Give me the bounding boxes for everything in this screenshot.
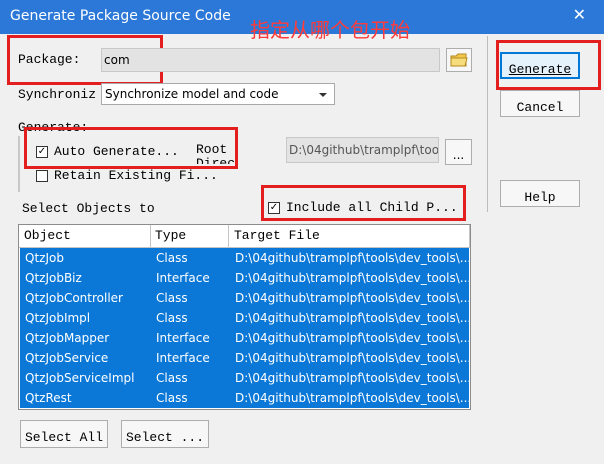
column-divider xyxy=(228,225,229,247)
close-icon[interactable]: ✕ xyxy=(573,5,586,24)
row-target: D:\04github\tramplpf\tools\dev_tools\... xyxy=(235,271,471,285)
include-children-label: Include all Child P... xyxy=(286,200,458,215)
objects-table[interactable]: Object Type Target File QtzJob Class D:\… xyxy=(18,224,471,410)
row-object: QtzJobBiz xyxy=(25,271,82,285)
row-target: D:\04github\tramplpf\tools\dev_tools\... xyxy=(235,391,471,405)
column-type[interactable]: Type xyxy=(155,228,186,243)
include-children-checkbox[interactable]: ✓ xyxy=(268,202,280,214)
column-target-file[interactable]: Target File xyxy=(234,228,320,243)
right-divider xyxy=(487,36,488,212)
row-object: QtzJobController xyxy=(25,291,123,305)
row-object: QtzJobMapper xyxy=(25,331,110,345)
title-bar: Generate Package Source Code 指定从哪个包开始 ✕ xyxy=(0,0,604,42)
annotation-text: 指定从哪个包开始 xyxy=(250,18,410,42)
package-label: Package: xyxy=(18,52,81,67)
table-row[interactable]: QtzJobController Class D:\04github\tramp… xyxy=(20,288,471,308)
root-directory-label-2: Direc xyxy=(196,156,236,164)
synchronize-dropdown[interactable]: Synchronize model and code xyxy=(101,83,335,105)
row-type: Class xyxy=(156,391,188,405)
table-row[interactable]: QtzRest Class D:\04github\tramplpf\tools… xyxy=(20,388,471,408)
select-all-label: Select All xyxy=(24,430,103,445)
help-label: Help xyxy=(524,190,556,205)
row-type: Interface xyxy=(156,351,210,365)
table-row[interactable]: QtzJobBiz Interface D:\04github\tramplpf… xyxy=(20,268,471,288)
row-object: QtzJobImpl xyxy=(25,311,91,325)
row-target: D:\04github\tramplpf\tools\dev_tools\... xyxy=(235,251,471,265)
row-object: QtzJobService xyxy=(25,351,109,365)
row-object: QtzJobServiceImpl xyxy=(25,371,135,385)
generate-button[interactable]: Generate xyxy=(500,52,580,79)
row-type: Interface xyxy=(156,271,210,285)
package-input[interactable]: com xyxy=(101,48,440,72)
select-all-button[interactable]: Select All xyxy=(20,420,108,448)
root-directory-browse-button[interactable]: ... xyxy=(445,139,472,165)
row-target: D:\04github\tramplpf\tools\dev_tools\... xyxy=(235,311,471,325)
row-type: Class xyxy=(156,371,188,385)
row-object: QtzRest xyxy=(25,391,72,405)
table-row[interactable]: QtzJobMapper Interface D:\04github\tramp… xyxy=(20,328,471,348)
help-button[interactable]: Help xyxy=(500,180,580,207)
root-browse-label: ... xyxy=(452,148,465,162)
root-directory-label: Root xyxy=(196,142,228,157)
row-target: D:\04github\tramplpf\tools\dev_tools\... xyxy=(235,331,471,345)
column-divider xyxy=(469,225,470,247)
select-objects-label: Select Objects to xyxy=(22,201,155,216)
synchronize-label: Synchroniz xyxy=(18,87,97,102)
row-type: Class xyxy=(156,291,188,305)
window-title: Generate Package Source Code xyxy=(10,8,231,24)
folder-icon xyxy=(450,53,468,67)
row-target: D:\04github\tramplpf\tools\dev_tools\... xyxy=(235,371,471,385)
column-divider xyxy=(150,225,151,247)
group-divider xyxy=(18,136,20,192)
chevron-down-icon xyxy=(319,93,327,97)
row-type: Class xyxy=(156,251,188,265)
table-row[interactable]: QtzJobServiceImpl Class D:\04github\tram… xyxy=(20,368,471,388)
table-header: Object Type Target File xyxy=(19,225,470,248)
table-row[interactable]: QtzJobImpl Class D:\04github\tramplpf\to… xyxy=(20,308,471,328)
cancel-button[interactable]: Cancel xyxy=(500,90,580,117)
generate-label: Generate xyxy=(508,62,572,77)
column-object[interactable]: Object xyxy=(24,228,71,243)
package-value: com xyxy=(104,53,130,67)
root-directory-path-value: D:\04github\tramplpf\tool xyxy=(289,143,439,157)
root-directory-path-input[interactable]: D:\04github\tramplpf\tool xyxy=(286,137,439,163)
auto-generate-checkbox[interactable]: ✓ xyxy=(36,146,48,158)
row-object: QtzJob xyxy=(25,251,64,265)
package-browse-button[interactable] xyxy=(446,48,472,72)
select-more-button[interactable]: Select ... xyxy=(121,420,209,448)
row-type: Class xyxy=(156,311,188,325)
cancel-label: Cancel xyxy=(516,100,564,115)
row-target: D:\04github\tramplpf\tools\dev_tools\... xyxy=(235,351,471,365)
table-row[interactable]: QtzJob Class D:\04github\tramplpf\tools\… xyxy=(20,248,471,268)
retain-existing-checkbox[interactable] xyxy=(36,170,48,182)
row-target: D:\04github\tramplpf\tools\dev_tools\... xyxy=(235,291,471,305)
synchronize-selected: Synchronize model and code xyxy=(105,87,279,101)
table-row[interactable]: QtzJobService Interface D:\04github\tram… xyxy=(20,348,471,368)
retain-existing-label: Retain Existing Fi... xyxy=(54,168,218,183)
select-more-label: Select ... xyxy=(125,430,204,445)
row-type: Interface xyxy=(156,331,210,345)
auto-generate-label: Auto Generate... xyxy=(54,144,179,159)
